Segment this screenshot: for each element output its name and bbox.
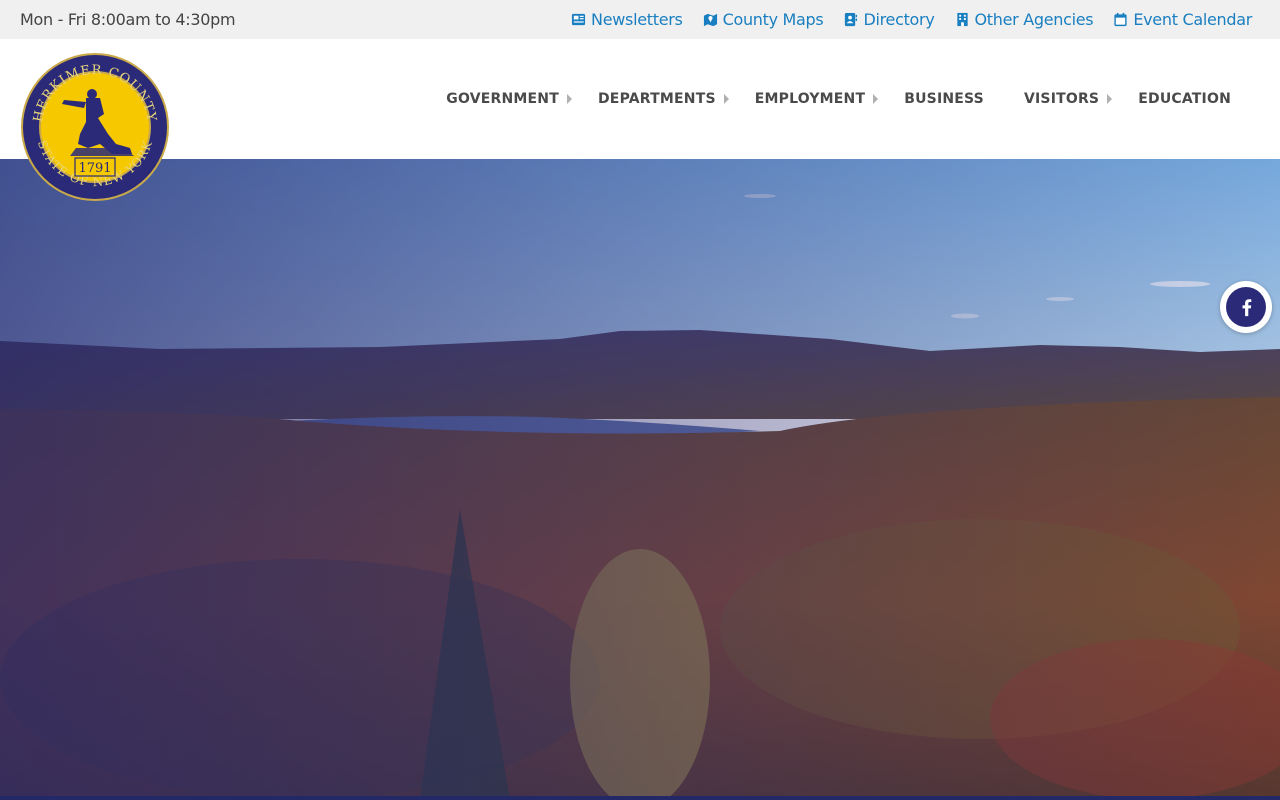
other-agencies-link[interactable]: Other Agencies [955,10,1094,29]
nav-government-label: GOVERNMENT [446,91,559,107]
facebook-button[interactable] [1220,281,1272,333]
hero-banner [0,159,1280,800]
caret-right-icon [566,94,572,104]
facebook-icon [1226,287,1266,327]
nav-departments[interactable]: DEPARTMENTS [598,91,729,107]
nav-employment[interactable]: EMPLOYMENT [754,91,879,107]
building-icon [956,12,968,27]
caret-right-icon [1107,94,1113,104]
map-icon [703,13,717,27]
nav-business-label: BUSINESS [904,91,984,107]
nav-business[interactable]: BUSINESS [904,91,984,107]
event-calendar-label: Event Calendar [1133,10,1252,29]
nav-education-label: EDUCATION [1138,91,1231,107]
county-seal-logo[interactable]: HERKIMER COUNTY STATE OF NEW YORK 1791 [20,52,170,202]
event-calendar-link[interactable]: Event Calendar [1113,10,1252,29]
quick-links: Newsletters County Maps Directory Other … [571,10,1252,29]
nav-employment-label: EMPLOYMENT [754,91,866,107]
caret-right-icon [873,94,879,104]
main-nav: GOVERNMENT DEPARTMENTS EMPLOYMENT BUSINE… [446,39,1231,159]
county-maps-link[interactable]: County Maps [703,10,824,29]
hero-overlay [0,159,1280,800]
newsletters-label: Newsletters [591,10,683,29]
nav-departments-label: DEPARTMENTS [597,91,716,107]
nav-visitors-label: VISITORS [1023,91,1100,107]
directory-link[interactable]: Directory [843,10,935,29]
county-maps-label: County Maps [722,10,824,29]
caret-right-icon [723,94,729,104]
other-agencies-label: Other Agencies [974,10,1094,29]
nav-education[interactable]: EDUCATION [1138,91,1231,107]
calendar-icon [1114,12,1127,27]
nav-visitors[interactable]: VISITORS [1023,91,1113,107]
office-hours: Mon - Fri 8:00am to 4:30pm [20,10,236,29]
site-header: GOVERNMENT DEPARTMENTS EMPLOYMENT BUSINE… [0,39,1280,159]
newspaper-icon [571,13,586,26]
address-book-icon [845,12,858,27]
newsletters-link[interactable]: Newsletters [571,10,683,29]
seal-year: 1791 [78,161,111,176]
hero-bottom-border [0,796,1280,800]
top-utility-bar: Mon - Fri 8:00am to 4:30pm Newsletters C… [0,0,1280,39]
directory-label: Directory [863,10,935,29]
nav-government[interactable]: GOVERNMENT [446,91,572,107]
